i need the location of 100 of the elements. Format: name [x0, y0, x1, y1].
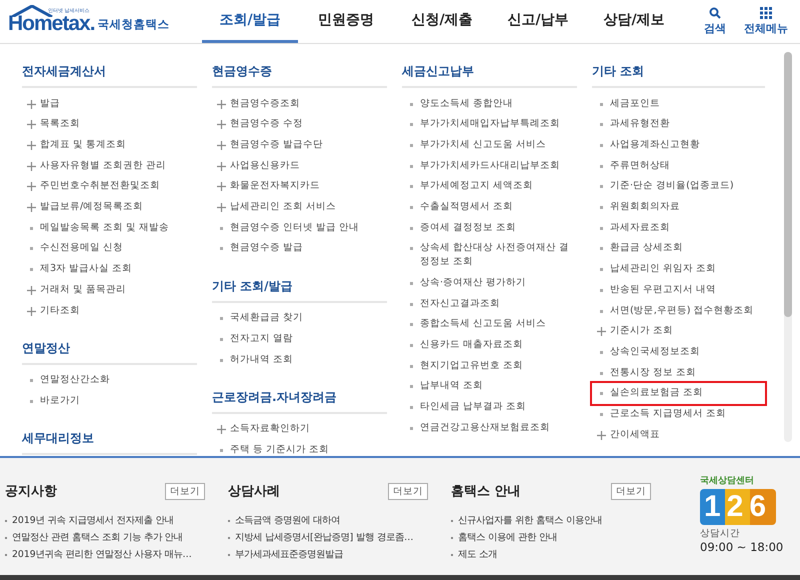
menu-item[interactable]: 종합소득세 신고도움 서비스	[402, 314, 577, 334]
menu-item[interactable]: 전통시장 정보 조회	[592, 362, 765, 383]
bullet-icon	[600, 226, 602, 230]
menu-item[interactable]: 전자신고결과조회	[402, 293, 577, 314]
logo-wordmark[interactable]: Hometax.	[8, 12, 95, 35]
menu-item[interactable]: 화물운전자복지카드	[212, 176, 387, 197]
menu-item[interactable]: 상속인국세정보조회	[592, 341, 765, 362]
board-item[interactable]: 지방세 납세증명서[완납증명] 발행 경로좀…	[228, 529, 428, 546]
menu-item[interactable]: 납세관리인 위임자 조회	[592, 258, 765, 280]
more-button[interactable]: 더보기	[388, 482, 428, 500]
bullet-icon	[600, 247, 602, 250]
board-title: 홈택스 안내	[451, 483, 521, 500]
scrollbar-thumb[interactable]	[784, 52, 792, 317]
menu-item[interactable]: 부가세예정고지 세액조회	[402, 176, 577, 197]
menu-item[interactable]: 사업용신용카드	[212, 155, 387, 176]
menu-item[interactable]: 부가가치세매입자납부특례조회	[402, 114, 577, 134]
menu-item[interactable]: 신용카드 매출자료조회	[402, 334, 577, 356]
board-item[interactable]: 신규사업자를 위한 홈택스 이용안내	[451, 512, 651, 529]
more-button[interactable]: 더보기	[611, 482, 651, 500]
menu-item[interactable]: 서면(방문,우편등) 접수현황조회	[592, 300, 765, 321]
board-item[interactable]: 홈택스 이용에 관한 안내	[451, 529, 651, 546]
bullet-icon	[410, 123, 412, 126]
menu-item[interactable]: 환급금 상세조회	[592, 238, 765, 259]
board-item[interactable]: 제도 소개	[451, 546, 651, 563]
menu-item[interactable]: 기준·단순 경비율(업종코드)	[592, 176, 765, 197]
search-icon	[709, 7, 721, 19]
menu-item[interactable]: 현금영수증 수정	[212, 114, 387, 134]
menu-item[interactable]: 합계표 및 통계조회	[22, 134, 197, 156]
bullet-icon	[410, 102, 412, 106]
menu-item[interactable]: 메일발송목록 조회 및 재발송	[22, 217, 197, 238]
menu-item[interactable]: 바로가기	[22, 390, 197, 412]
plus-icon	[26, 120, 36, 130]
menu-item[interactable]: 허가내역 조회	[212, 349, 387, 370]
menu-item[interactable]: 증여세 결정정보 조회	[402, 217, 577, 238]
menu-item[interactable]: 주류면허상태	[592, 155, 765, 176]
bullet-icon	[410, 344, 412, 347]
menu-item[interactable]: 상속세 합산대상 사전증여재산 결정정보 조회	[402, 238, 577, 272]
menu-item[interactable]: 근로소득 지급명세서 조회	[592, 404, 765, 424]
plus-icon	[26, 182, 36, 192]
menu-item[interactable]: 기준시가 조회	[592, 320, 765, 342]
bullet-icon	[410, 364, 412, 368]
bullet-icon	[410, 302, 412, 306]
board-item[interactable]: 연말정산 관련 홈택스 조회 기능 추가 안내	[5, 529, 205, 546]
menu-item[interactable]: 부가가치세카드사대리납부조회	[402, 155, 577, 176]
menu-item[interactable]: 전자고지 열람	[212, 328, 387, 350]
nav-tab[interactable]: 상담/제보	[586, 0, 682, 43]
menu-item[interactable]: 현금영수증 발급수단	[212, 134, 387, 156]
menu-item[interactable]: 사업용계좌신고현황	[592, 134, 765, 156]
menu-item[interactable]: 수신전용메일 신청	[22, 238, 197, 259]
menu-item[interactable]: 연금건강고용산재보험료조회	[402, 417, 577, 438]
board-item[interactable]: 소득금액 증명원에 대하여	[228, 512, 428, 529]
menu-item[interactable]: 발급보류/예정목록조회	[22, 196, 197, 218]
bullet-icon	[600, 144, 602, 147]
menu-item[interactable]: 반송된 우편고지서 내역	[592, 279, 765, 300]
search-button[interactable]: 검색	[704, 7, 726, 36]
bullet-icon	[410, 144, 412, 147]
menu-item[interactable]: 목록조회	[22, 114, 197, 134]
plus-icon	[26, 162, 36, 171]
menu-item[interactable]: 세금포인트	[592, 93, 765, 114]
menu-item[interactable]: 소득자료확인하기	[212, 418, 387, 440]
menu-item[interactable]: 주민번호수취분전환및조회	[22, 176, 197, 197]
bullet-icon	[600, 206, 602, 210]
board-item[interactable]: 2019년 귀속 지급명세서 전자제출 안내	[5, 512, 205, 529]
board-item[interactable]: 2019년귀속 편리한 연말정산 사용자 매뉴…	[5, 546, 205, 563]
menu-item[interactable]: 납세관리인 조회 서비스	[212, 196, 387, 218]
logo-name[interactable]: 국세청홈택스	[98, 17, 170, 35]
menu-item[interactable]: 거래처 및 품목관리	[22, 279, 197, 300]
menu-item[interactable]: 제3자 발급사실 조회	[22, 258, 197, 280]
menu-item[interactable]: 과세자료조회	[592, 217, 765, 238]
nav-tab[interactable]: 민원증명	[298, 0, 394, 43]
menu-item[interactable]: 국세환급금 찾기	[212, 308, 387, 328]
nav-tab[interactable]: 신고/납부	[490, 0, 586, 43]
menu-item[interactable]: 발급	[22, 93, 197, 114]
scrollbar[interactable]	[784, 52, 792, 442]
plus-icon	[216, 203, 226, 212]
board-item[interactable]: 부가세과세표준증명원발급	[228, 546, 428, 563]
menu-item[interactable]: 과세유형전환	[592, 114, 765, 134]
menu-item[interactable]: 납부내역 조회	[402, 376, 577, 397]
menu-item[interactable]: 연말정산간소화	[22, 370, 197, 390]
menu-button[interactable]: 전체메뉴	[744, 7, 788, 36]
menu-item[interactable]: 수출실적명세서 조회	[402, 196, 577, 218]
menu-item[interactable]: 부가가치세 신고도움 서비스	[402, 134, 577, 156]
menu-item[interactable]: 타인세금 납부결과 조회	[402, 396, 577, 418]
menu-item[interactable]: 사용자유형별 조회권한 관리	[22, 155, 197, 176]
menu-item[interactable]: 현금영수증 인터넷 발급 안내	[212, 217, 387, 238]
menu-item[interactable]: 양도소득세 종합안내	[402, 93, 577, 114]
menu-item[interactable]: 기타조회	[22, 300, 197, 321]
menu-item[interactable]: 간이세액표	[592, 424, 765, 445]
menu-item[interactable]: 현금영수증조회	[212, 93, 387, 114]
bullet-icon	[30, 247, 32, 250]
menu-item[interactable]: 위원회회의자료	[592, 196, 765, 218]
menu-item[interactable]: 주택 등 기준시가 조회	[212, 439, 387, 456]
menu-item[interactable]: 상속·증여재산 평가하기	[402, 272, 577, 294]
menu-item[interactable]: 현금영수증 발급	[212, 238, 387, 259]
nav-tab[interactable]: 조회/발급	[202, 0, 298, 43]
nav-tab[interactable]: 신청/제출	[394, 0, 490, 43]
bullet-icon	[600, 413, 602, 416]
menu-item[interactable]: 현지기업고유번호 조회	[402, 355, 577, 376]
more-button[interactable]: 더보기	[165, 482, 205, 500]
menu-item[interactable]: 실손의료보험금 조회	[592, 382, 765, 404]
